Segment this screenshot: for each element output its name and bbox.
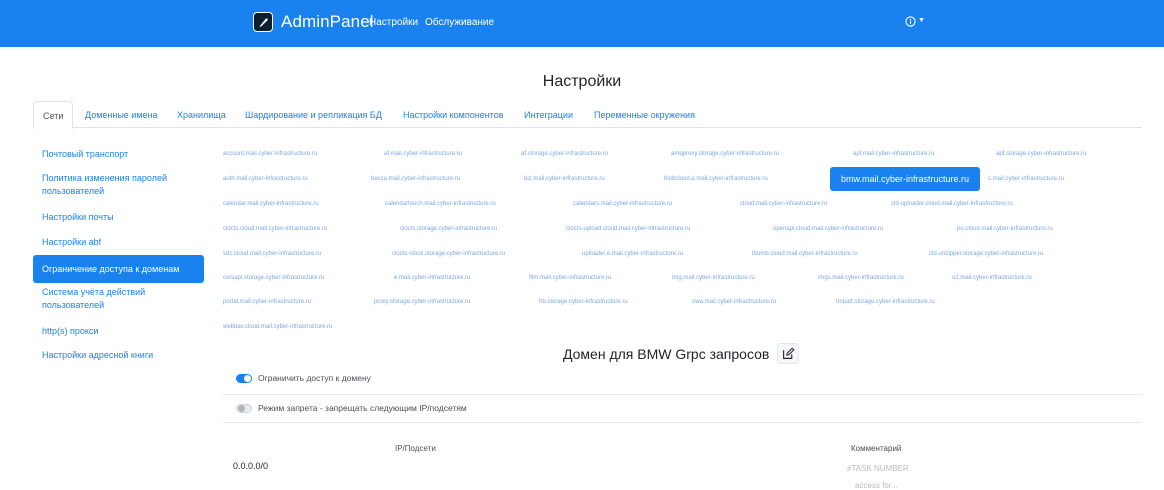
tab-env-vars[interactable]: Переменные окружения <box>594 101 695 128</box>
domain-link[interactable]: owa.mail.cyber-infrastructure.ru <box>692 299 776 305</box>
restrict-access-switch[interactable] <box>236 373 252 383</box>
domain-link[interactable]: uploader.e.mail.cyber-infrastructure.ru <box>582 251 683 257</box>
info-icon <box>905 16 916 27</box>
domain-link[interactable]: film.mail.cyber-infrastructure.ru <box>529 275 611 281</box>
edit-button[interactable] <box>777 343 800 364</box>
column-header-comment: Комментарий <box>851 444 902 453</box>
domain-link[interactable]: img.mail.cyber-infrastructure.ru <box>672 275 755 281</box>
chevron-down-icon: ▼ <box>918 17 925 24</box>
domain-link[interactable]: calendartouch.mail.cyber-infrastructure.… <box>385 201 496 207</box>
domain-link[interactable]: portal.mail.cyber-infrastructure.ru <box>223 299 311 305</box>
domain-link[interactable]: cld-uploader.cloud.mail.cyber-infrastruc… <box>891 201 1013 207</box>
sidebar-item-mail-transport[interactable]: Почтовый транспорт <box>33 148 204 161</box>
tab-integrations[interactable]: Интеграции <box>524 101 573 128</box>
comment-placeholder-task[interactable]: #TASK NUMBER <box>847 464 909 473</box>
tab-domain-names[interactable]: Доменные имена <box>85 101 158 128</box>
section-title: Домен для BMW Grpc запросов <box>563 343 800 364</box>
domain-link[interactable]: apf.storage.cyber-infrastructure.ru <box>996 151 1086 157</box>
brand-logo-icon <box>253 12 273 32</box>
top-navbar: AdminPanel Настройки Обслуживание ▼ <box>0 0 1164 47</box>
tab-components[interactable]: Настройки компонентов <box>403 101 504 128</box>
domain-link[interactable]: account.mail.cyber-infrastructure.ru <box>223 151 317 157</box>
deny-mode-toggle-row[interactable]: Режим запрета - запрещать следующим IP/п… <box>236 403 467 413</box>
domain-link[interactable]: blobcloud.e.mail.cyber-infrastructure.ru <box>664 176 768 182</box>
domain-link[interactable]: clocts.storage.cyber-infrastructure.ru <box>400 226 497 232</box>
divider <box>223 422 1142 423</box>
domain-link[interactable]: biz.mail.cyber-infrastructure.ru <box>524 176 605 182</box>
ip-cell[interactable]: 0.0.0.0/0 <box>233 461 268 471</box>
divider <box>223 394 1142 395</box>
domain-link[interactable]: becca.mail.cyber-infrastructure.ru <box>371 176 460 182</box>
column-header-ip: IP/Подсети <box>395 444 436 453</box>
deny-mode-label: Режим запрета - запрещать следующим IP/п… <box>258 403 467 413</box>
sidebar-item-user-audit[interactable]: Система учёта действий пользователей <box>33 286 183 312</box>
domain-link[interactable]: sdc.cloud.mail.cyber-infrastructure.ru <box>223 251 321 257</box>
domain-link[interactable]: calendar.mail.cyber-infrastructure.ru <box>223 201 319 207</box>
settings-tabs: Сети Доменные имена Хранилища Шардирован… <box>33 101 1142 129</box>
brand-name: AdminPanel <box>281 12 374 31</box>
restrict-access-toggle-row[interactable]: Ограничить доступ к домену <box>236 373 371 383</box>
domain-link[interactable]: af.storage.cyber-infrastructure.ru <box>521 151 608 157</box>
domain-link[interactable]: amqproxy.storage.cyber-infrastructure.ru <box>671 151 779 157</box>
restrict-access-label: Ограничить доступ к домену <box>258 373 371 383</box>
sidebar-item-domain-access[interactable]: Ограничение доступа к доменам <box>33 255 204 283</box>
domain-link[interactable]: webdav.cloud.mail.cyber-infrastructure.r… <box>223 324 332 330</box>
sidebar-item-password-policy[interactable]: Политика изменения паролей пользователей <box>33 172 183 198</box>
domain-link[interactable]: cloud.mail.cyber-infrastructure.ru <box>740 201 827 207</box>
domain-link[interactable]: e.mail.cyber-infrastructure.ru <box>394 275 470 281</box>
comment-placeholder-access[interactable]: access for... <box>855 481 898 490</box>
domain-link[interactable]: calendars.mail.cyber-infrastructure.ru <box>573 201 672 207</box>
domain-link[interactable]: tmpatt.storage.cyber-infrastructure.ru <box>836 299 935 305</box>
domain-link[interactable]: imgs.mail.cyber-infrastructure.ru <box>818 275 904 281</box>
section-title-text: Домен для BMW Grpc запросов <box>563 345 770 362</box>
domain-link[interactable]: pu.cloud.mail.cyber-infrastructure.ru <box>957 226 1053 232</box>
domain-link[interactable]: clocts-upload.cloud.mail.cyber-infrastru… <box>566 226 690 232</box>
deny-mode-switch[interactable] <box>236 403 252 413</box>
domain-link[interactable]: cld-unzipper.storage.cyber-infrastructur… <box>929 251 1043 257</box>
domain-link-selected[interactable]: bmw.mail.cyber-infrastructure.ru <box>830 167 980 191</box>
sidebar-item-abf-settings[interactable]: Настройки abf <box>33 236 204 249</box>
sidebar-item-http-proxy[interactable]: http(s) прокси <box>33 325 204 338</box>
nav-maintenance[interactable]: Обслуживание <box>425 17 494 28</box>
domain-link[interactable]: hb.storage.cyber-infrastructure.ru <box>539 299 628 305</box>
brand[interactable]: AdminPanel <box>253 12 374 32</box>
tab-db-sharding[interactable]: Шардирование и репликация БД <box>245 101 382 128</box>
info-menu[interactable]: ▼ <box>905 16 925 27</box>
page-title: Настройки <box>542 73 622 90</box>
domain-link[interactable]: corsapi.storage.cyber-infrastructure.ru <box>223 275 324 281</box>
domain-link[interactable]: af.mail.cyber-infrastructure.ru <box>384 151 462 157</box>
domain-link[interactable]: clocts.cloud.mail.cyber-infrastructure.r… <box>223 226 327 232</box>
sidebar-item-mail-settings[interactable]: Настройки почты <box>33 211 204 224</box>
domain-link[interactable]: proxy.storage.cyber-infrastructure.ru <box>374 299 470 305</box>
domain-link[interactable]: auth.mail.cyber-infrastructure.ru <box>223 176 308 182</box>
sidebar-item-address-book[interactable]: Настройки адресной книги <box>33 349 204 362</box>
edit-icon <box>782 347 795 359</box>
nav-settings[interactable]: Настройки <box>369 17 418 28</box>
domain-link[interactable]: apf.mail.cyber-infrastructure.ru <box>853 151 934 157</box>
domain-link[interactable]: openapi.cloud.mail.cyber-infrastructure.… <box>773 226 883 232</box>
tab-networks[interactable]: Сети <box>33 101 74 129</box>
domain-link[interactable]: c.mail.cyber-infrastructure.ru <box>988 176 1064 182</box>
tab-storages[interactable]: Хранилища <box>177 101 226 128</box>
domain-link[interactable]: thumb.cloud.mail.cyber-infrastructure.ru <box>752 251 858 257</box>
domain-link[interactable]: o2.mail.cyber-infrastructure.ru <box>952 275 1032 281</box>
domain-link[interactable]: clocts-stock.storage.cyber-infrastructur… <box>392 251 505 257</box>
